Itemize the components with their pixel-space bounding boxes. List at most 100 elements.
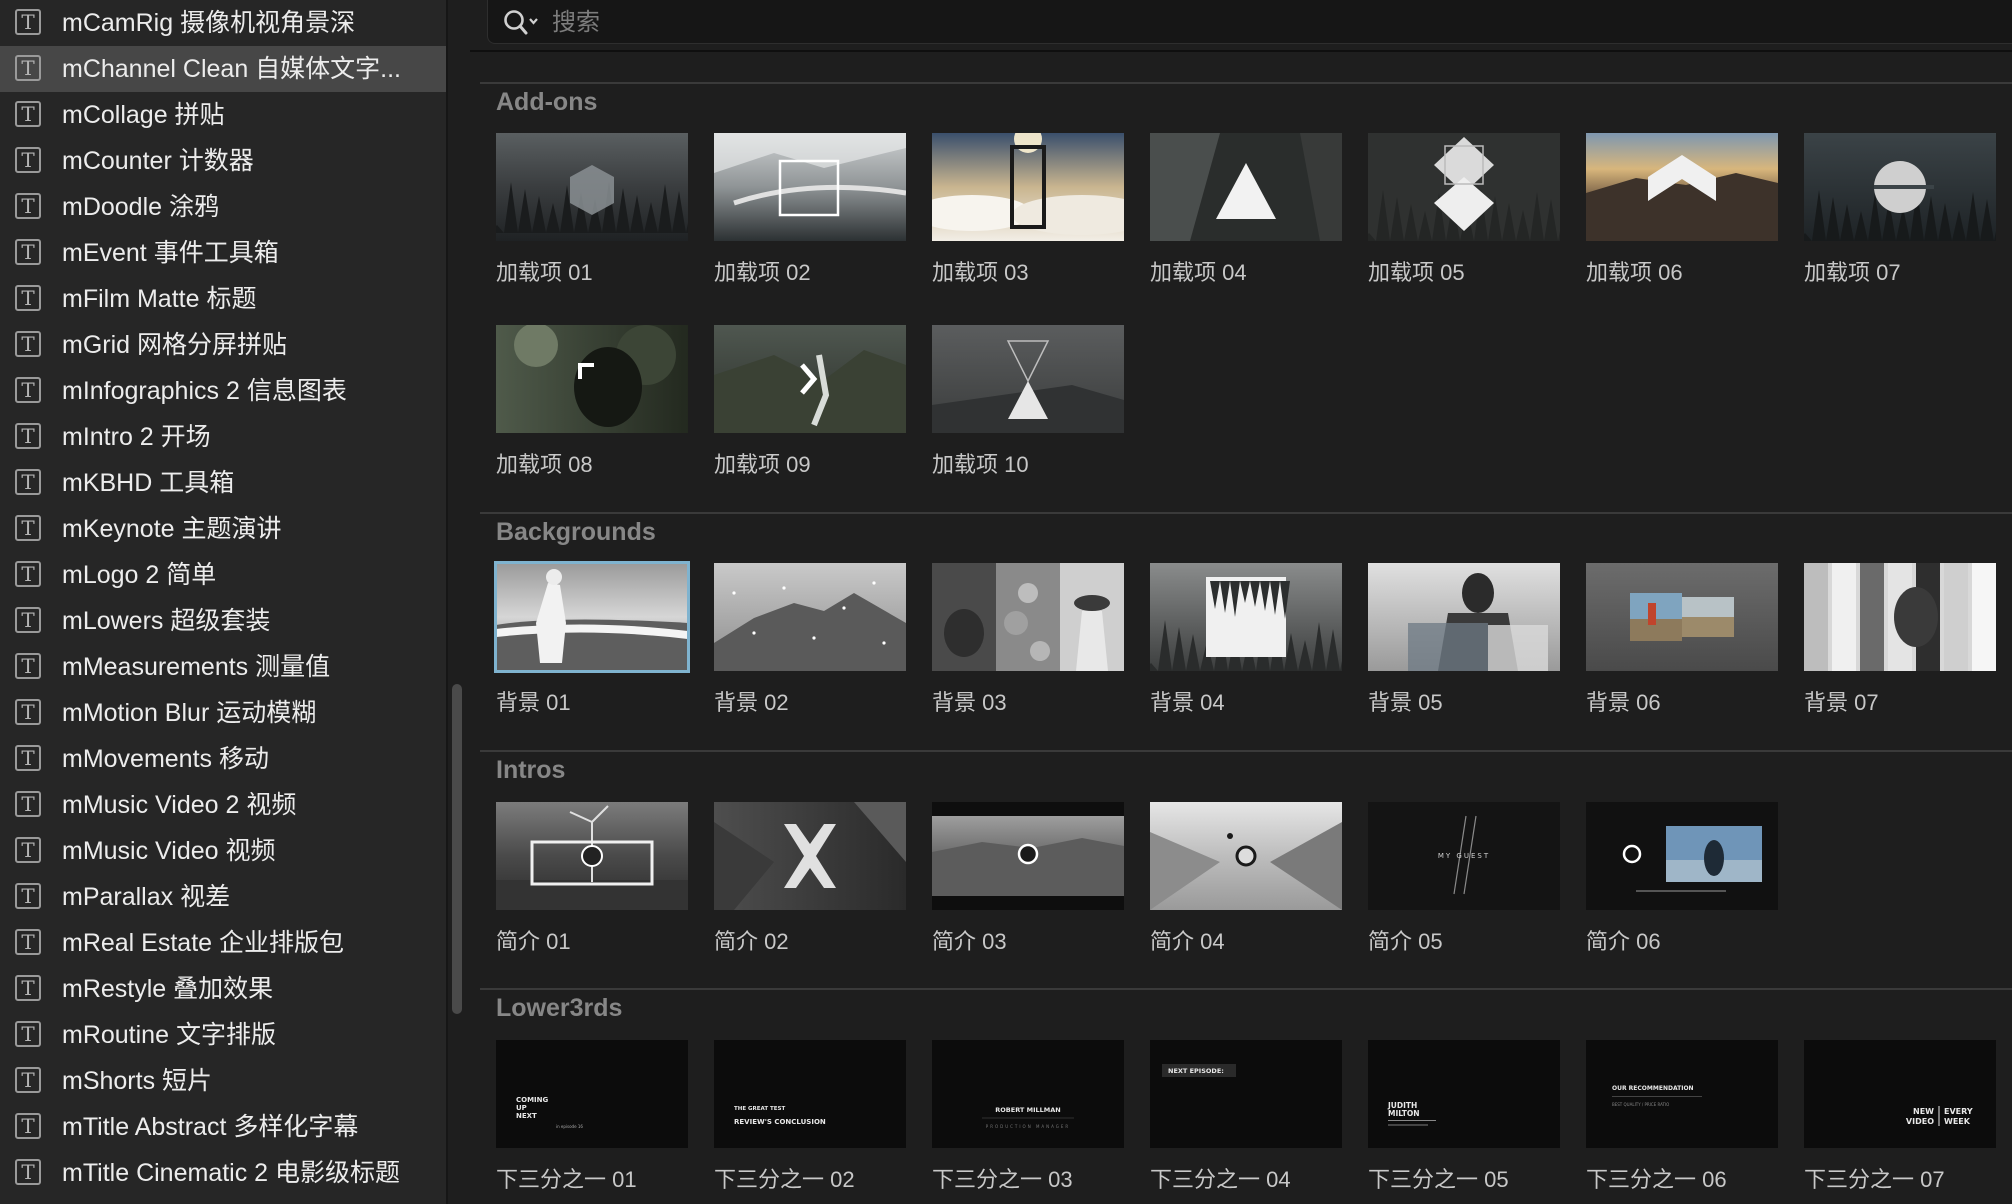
svg-text:PRODUCTION MANAGER: PRODUCTION MANAGER (986, 1124, 1070, 1129)
effect-tile[interactable]: COMING UP NEXT in episode 16 下三分之一 01 (496, 1040, 688, 1192)
effect-thumbnail[interactable] (494, 561, 690, 673)
search-input[interactable] (550, 6, 1454, 40)
effect-thumbnail[interactable] (714, 325, 906, 433)
effect-thumbnail[interactable]: NEXT EPISODE: (1150, 1040, 1342, 1148)
title-template-icon: T (15, 607, 41, 633)
effect-thumbnail[interactable] (496, 802, 688, 910)
sidebar-scrollbar[interactable] (452, 684, 462, 1014)
effect-tile[interactable]: 简介 06 (1586, 802, 1778, 954)
sidebar-item[interactable]: TmShorts 短片 (0, 1058, 446, 1104)
sidebar-item[interactable]: TmKeynote 主题演讲 (0, 506, 446, 552)
effect-tile[interactable]: 背景 03 (932, 563, 1124, 715)
effect-tile[interactable]: 背景 04 (1150, 563, 1342, 715)
effect-thumbnail[interactable] (714, 802, 906, 910)
effect-tile[interactable]: 简介 04 (1150, 802, 1342, 954)
effect-tile[interactable]: NEW VIDEO EVERY WEEK 下三分之一 07 (1804, 1040, 1996, 1192)
effect-tile[interactable]: JUDITH MILTON 下三分之一 05 (1368, 1040, 1560, 1192)
effect-tile[interactable]: 加载项 01 (496, 133, 688, 285)
effect-tile[interactable]: 背景 06 (1586, 563, 1778, 715)
effect-thumbnail[interactable]: THE GREAT TEST REVIEW'S CONCLUSION (714, 1040, 906, 1148)
effect-tile[interactable]: 背景 02 (714, 563, 906, 715)
effect-tile[interactable]: 加载项 08 (496, 325, 688, 477)
effect-tile[interactable]: 加载项 10 (932, 325, 1124, 477)
sidebar-item[interactable]: TmLogo 2 简单 (0, 552, 446, 598)
sidebar-item[interactable]: TmMusic Video 2 视频 (0, 782, 446, 828)
sidebar-item-label: mRestyle 叠加效果 (62, 975, 274, 1003)
effect-thumbnail[interactable] (932, 325, 1124, 433)
effect-tile[interactable]: 背景 01 (494, 561, 690, 715)
sidebar-item[interactable]: TmChannel Clean 自媒体文字... (0, 46, 446, 92)
sidebar-item[interactable]: TmGrid 网格分屏拼贴 (0, 322, 446, 368)
effect-thumbnail[interactable] (496, 133, 688, 241)
effect-thumbnail[interactable] (1586, 563, 1778, 671)
effect-thumbnail[interactable]: JUDITH MILTON (1368, 1040, 1560, 1148)
sidebar-item[interactable]: TmEvent 事件工具箱 (0, 230, 446, 276)
effect-tile[interactable]: 加载项 04 (1150, 133, 1342, 285)
effect-thumbnail[interactable]: COMING UP NEXT in episode 16 (496, 1040, 688, 1148)
effect-thumbnail[interactable]: ROBERT MILLMAN PRODUCTION MANAGER (932, 1040, 1124, 1148)
effect-thumbnail[interactable] (714, 133, 906, 241)
sidebar-item[interactable]: TmReal Estate 企业排版包 (0, 920, 446, 966)
sidebar-item[interactable]: TmTitle Cinematic 2 电影级标题 (0, 1150, 446, 1196)
effect-thumbnail[interactable] (714, 563, 906, 671)
effect-thumbnail[interactable] (1368, 133, 1560, 241)
effect-tile[interactable]: NEXT EPISODE: 下三分之一 04 (1150, 1040, 1342, 1192)
sidebar-item[interactable]: TmCollage 拼贴 (0, 92, 446, 138)
effect-thumbnail[interactable]: MY GUEST (1368, 802, 1560, 910)
effect-thumbnail[interactable] (1150, 563, 1342, 671)
effect-tile[interactable]: 简介 01 (496, 802, 688, 954)
sidebar-item[interactable]: TmRoutine 文字排版 (0, 1012, 446, 1058)
sidebar-item[interactable]: TmTitle Abstract 多样化字幕 (0, 1104, 446, 1150)
sidebar-item[interactable]: TmFilm Matte 标题 (0, 276, 446, 322)
svg-text:OUR RECOMMENDATION: OUR RECOMMENDATION (1612, 1085, 1694, 1092)
title-template-icon: T (15, 239, 41, 265)
effect-thumbnail[interactable] (1150, 133, 1342, 241)
sidebar-item[interactable]: TmMotion Blur 运动模糊 (0, 690, 446, 736)
sidebar-item[interactable]: TmRestyle 叠加效果 (0, 966, 446, 1012)
effect-tile[interactable]: 加载项 03 (932, 133, 1124, 285)
effect-tile[interactable]: ROBERT MILLMAN PRODUCTION MANAGER 下三分之一 03 (932, 1040, 1124, 1192)
sidebar-item[interactable]: TmParallax 视差 (0, 874, 446, 920)
sidebar: TmCamRig 摄像机视角景深 TmChannel Clean 自媒体文字...… (0, 0, 448, 1204)
sidebar-item[interactable]: TmCounter 计数器 (0, 138, 446, 184)
sidebar-item[interactable]: TmDoodle 涂鸦 (0, 184, 446, 230)
effect-thumbnail[interactable] (1586, 133, 1778, 241)
effect-tile[interactable]: 简介 03 (932, 802, 1124, 954)
sidebar-item[interactable]: TmInfographics 2 信息图表 (0, 368, 446, 414)
svg-text:COMING: COMING (516, 1096, 549, 1104)
effect-tile[interactable]: 加载项 09 (714, 325, 906, 477)
effect-tile[interactable]: 背景 05 (1368, 563, 1560, 715)
effect-thumbnail[interactable] (1804, 133, 1996, 241)
effect-thumbnail[interactable] (1150, 802, 1342, 910)
effect-tile[interactable]: 加载项 05 (1368, 133, 1560, 285)
sidebar-item[interactable]: TmMovements 移动 (0, 736, 446, 782)
effect-thumbnail[interactable] (496, 325, 688, 433)
sidebar-item[interactable]: TmCamRig 摄像机视角景深 (0, 0, 446, 46)
sidebar-item[interactable]: TmLowers 超级套装 (0, 598, 446, 644)
effect-tile[interactable]: 加载项 02 (714, 133, 906, 285)
effect-thumbnail[interactable] (1368, 563, 1560, 671)
effect-thumbnail[interactable]: OUR RECOMMENDATION BEST QUALITY / PRICE R… (1586, 1040, 1778, 1148)
sidebar-item-label: mReal Estate 企业排版包 (62, 929, 345, 957)
effect-thumbnail[interactable] (932, 563, 1124, 671)
effect-tile[interactable]: THE GREAT TEST REVIEW'S CONCLUSION 下三分之一 0… (714, 1040, 906, 1192)
effect-thumbnail[interactable] (1804, 563, 1996, 671)
effect-label: 背景 05 (1368, 690, 1443, 715)
title-template-icon: T (15, 9, 41, 35)
effect-thumbnail[interactable] (932, 802, 1124, 910)
effect-tile[interactable]: 背景 07 (1804, 563, 1996, 715)
title-template-icon: T (15, 883, 41, 909)
sidebar-item[interactable]: TmMeasurements 测量值 (0, 644, 446, 690)
effect-thumbnail[interactable]: NEW VIDEO EVERY WEEK (1804, 1040, 1996, 1148)
sidebar-item[interactable]: TmMusic Video 视频 (0, 828, 446, 874)
effect-thumbnail[interactable] (932, 133, 1124, 241)
sidebar-item[interactable]: TmKBHD 工具箱 (0, 460, 446, 506)
effect-tile[interactable]: OUR RECOMMENDATION BEST QUALITY / PRICE R… (1586, 1040, 1778, 1192)
effect-tile[interactable]: 简介 02 (714, 802, 906, 954)
effect-thumbnail[interactable] (1586, 802, 1778, 910)
sidebar-item[interactable]: TmIntro 2 开场 (0, 414, 446, 460)
effect-tile[interactable]: 加载项 07 (1804, 133, 1996, 285)
effect-tile[interactable]: MY GUEST 简介 05 (1368, 802, 1560, 954)
effect-tile[interactable]: 加载项 06 (1586, 133, 1778, 285)
search-icon[interactable] (502, 8, 540, 36)
